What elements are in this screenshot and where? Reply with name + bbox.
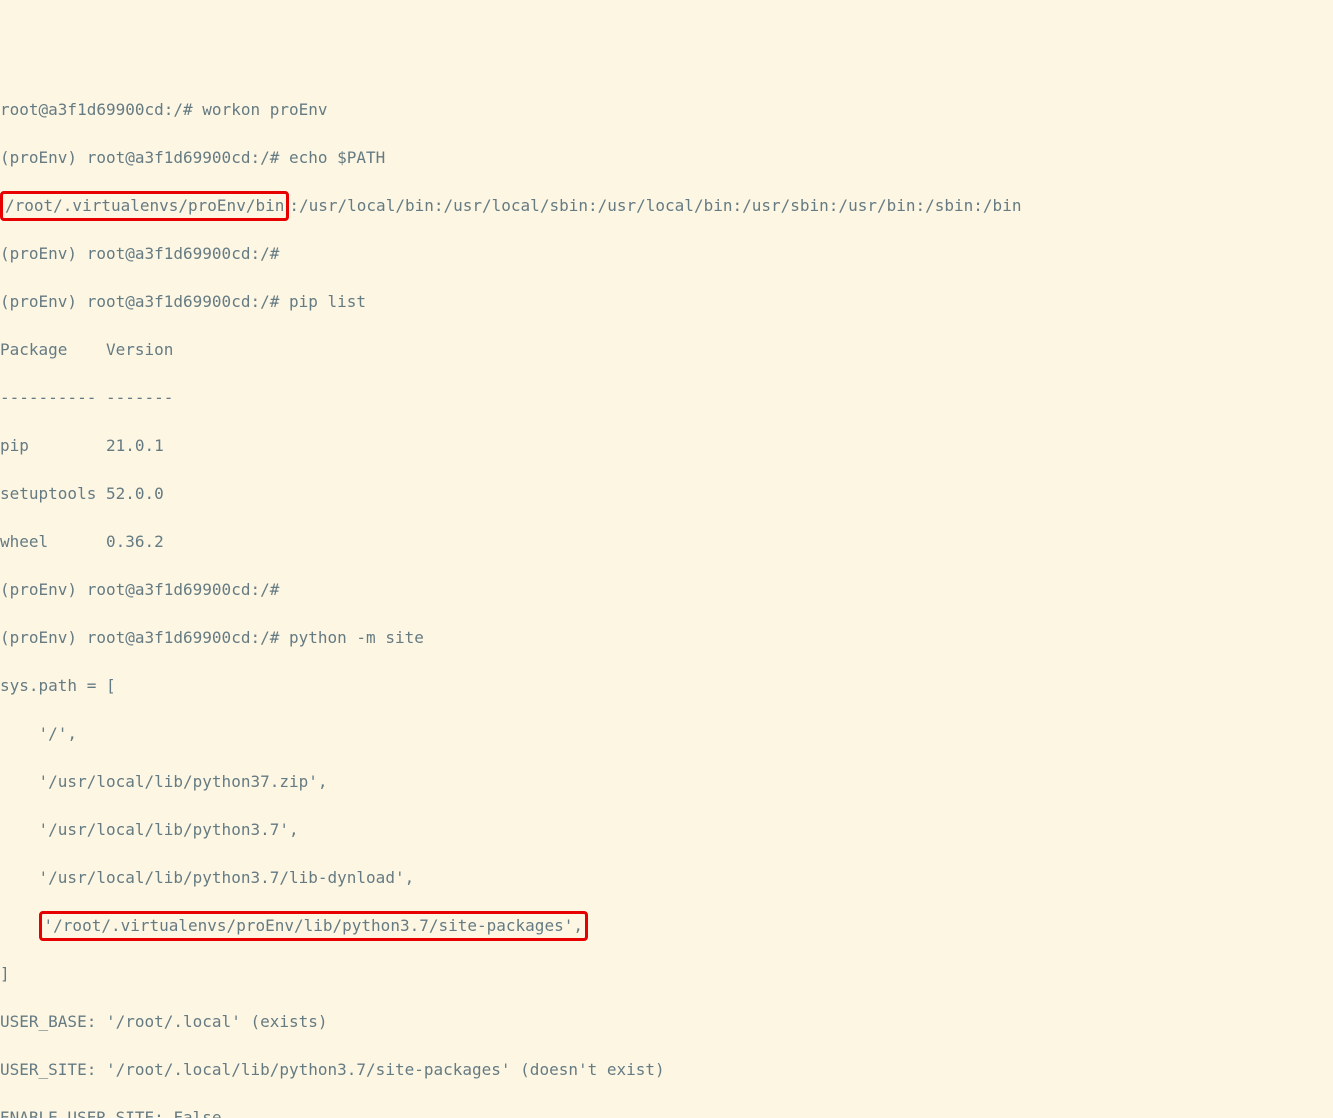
command-echo-path: echo $PATH bbox=[289, 148, 385, 167]
terminal-line-11: (proEnv) root@a3f1d69900cd:/# bbox=[0, 578, 1333, 602]
pip-list-separator: ---------- ------- bbox=[0, 386, 1333, 410]
pip-list-header: Package Version bbox=[0, 338, 1333, 362]
pip-list-row-wheel: wheel 0.36.2 bbox=[0, 530, 1333, 554]
user-base-line: USER_BASE: '/root/.local' (exists) bbox=[0, 1010, 1333, 1034]
path-remainder: :/usr/local/bin:/usr/local/sbin:/usr/loc… bbox=[289, 196, 1021, 215]
pip-list-row-setuptools: setuptools 52.0.0 bbox=[0, 482, 1333, 506]
prompt: (proEnv) root@a3f1d69900cd:/# bbox=[0, 148, 289, 167]
highlighted-site-packages-path: '/root/.virtualenvs/proEnv/lib/python3.7… bbox=[39, 911, 588, 941]
sys-path-item-root: '/', bbox=[0, 722, 1333, 746]
terminal-line-4: (proEnv) root@a3f1d69900cd:/# bbox=[0, 242, 1333, 266]
prompt: (proEnv) root@a3f1d69900cd:/# bbox=[0, 292, 289, 311]
command-pip-list: pip list bbox=[289, 292, 366, 311]
highlighted-virtualenv-bin-path: /root/.virtualenvs/proEnv/bin bbox=[0, 191, 289, 221]
terminal-line-1: root@a3f1d69900cd:/# workon proEnv bbox=[0, 98, 1333, 122]
sys-path-close: ] bbox=[0, 962, 1333, 986]
terminal-line-5: (proEnv) root@a3f1d69900cd:/# pip list bbox=[0, 290, 1333, 314]
command-workon: workon proEnv bbox=[202, 100, 327, 119]
enable-user-site-line: ENABLE_USER_SITE: False bbox=[0, 1106, 1333, 1118]
user-site-line: USER_SITE: '/root/.local/lib/python3.7/s… bbox=[0, 1058, 1333, 1082]
indent bbox=[0, 916, 39, 935]
sys-path-item-dynload: '/usr/local/lib/python3.7/lib-dynload', bbox=[0, 866, 1333, 890]
prompt: (proEnv) root@a3f1d69900cd:/# bbox=[0, 628, 289, 647]
command-python-site: python -m site bbox=[289, 628, 424, 647]
sys-path-item-python37: '/usr/local/lib/python3.7', bbox=[0, 818, 1333, 842]
terminal-line-2: (proEnv) root@a3f1d69900cd:/# echo $PATH bbox=[0, 146, 1333, 170]
sys-path-item-sitepackages: '/root/.virtualenvs/proEnv/lib/python3.7… bbox=[0, 914, 1333, 938]
terminal-line-12: (proEnv) root@a3f1d69900cd:/# python -m … bbox=[0, 626, 1333, 650]
sys-path-open: sys.path = [ bbox=[0, 674, 1333, 698]
terminal-line-3-path-output: /root/.virtualenvs/proEnv/bin:/usr/local… bbox=[0, 194, 1333, 218]
prompt: root@a3f1d69900cd:/# bbox=[0, 100, 202, 119]
sys-path-item-zip: '/usr/local/lib/python37.zip', bbox=[0, 770, 1333, 794]
pip-list-row-pip: pip 21.0.1 bbox=[0, 434, 1333, 458]
